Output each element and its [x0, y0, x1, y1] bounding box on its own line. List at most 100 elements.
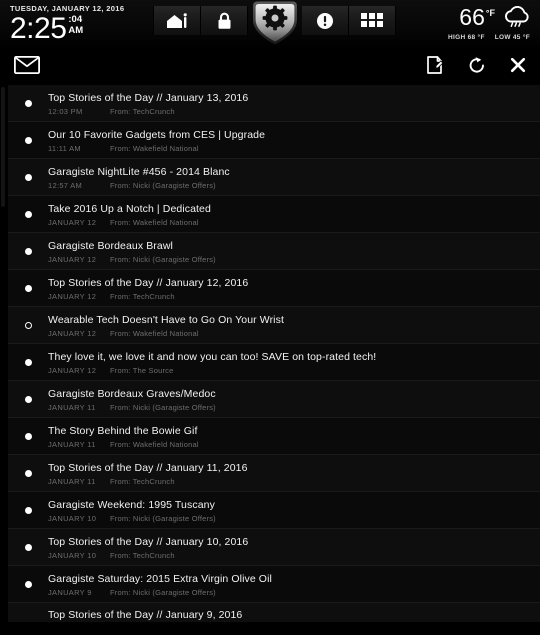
- mail-sender: From: Nicki (Garagiste Offers): [110, 254, 216, 264]
- mail-list-item[interactable]: Top Stories of the Day // January 13, 20…: [8, 85, 540, 122]
- mail-list-item[interactable]: Top Stories of the Day // January 9, 201…: [8, 603, 540, 621]
- unread-dot-icon: [24, 210, 32, 218]
- current-meridiem: AM: [68, 25, 84, 36]
- mail-item-text: Top Stories of the Day // January 10, 20…: [48, 535, 248, 560]
- mail-list-container: Top Stories of the Day // January 13, 20…: [0, 85, 540, 622]
- read-status-indicator[interactable]: [8, 580, 48, 588]
- mail-item-text: Garagiste Weekend: 1995 Tuscany JANUARY 1…: [48, 498, 216, 523]
- bottom-bar: [0, 622, 540, 635]
- mail-item-text: Top Stories of the Day // January 11, 20…: [48, 461, 248, 486]
- mail-item-meta: JANUARY 10 From: Nicki (Garagiste Offers): [48, 514, 216, 523]
- main-navigation: [153, 1, 396, 45]
- mail-list-item[interactable]: Garagiste Bordeaux Brawl JANUARY 12 From: …: [8, 233, 540, 270]
- mail-item-meta: JANUARY 9 From: Nicki (Garagiste Offers): [48, 588, 272, 597]
- unread-dot-icon: [24, 358, 32, 366]
- read-status-indicator[interactable]: [8, 99, 48, 107]
- read-status-indicator[interactable]: [8, 506, 48, 514]
- mail-sender: From: Nicki (Garagiste Offers): [110, 402, 216, 412]
- mail-date: 12:57 AM: [48, 180, 83, 190]
- mail-list-item[interactable]: Garagiste Bordeaux Graves/Medoc JANUARY 1…: [8, 381, 540, 418]
- mail-date: JANUARY 11: [48, 402, 96, 412]
- mail-list-item[interactable]: The Story Behind the Bowie Gif JANUARY 11…: [8, 418, 540, 455]
- unread-dot-icon: [24, 284, 32, 292]
- mail-toolbar: [0, 50, 540, 85]
- mail-list-item[interactable]: Top Stories of the Day // January 11, 20…: [8, 455, 540, 492]
- read-status-indicator[interactable]: [8, 136, 48, 144]
- unread-dot-icon: [24, 173, 32, 181]
- scrollbar-thumb[interactable]: [1, 87, 5, 207]
- mail-list-item[interactable]: Top Stories of the Day // January 10, 20…: [8, 529, 540, 566]
- mail-date: JANUARY 12: [48, 217, 97, 227]
- refresh-icon[interactable]: [468, 56, 486, 80]
- read-status-indicator[interactable]: [8, 395, 48, 403]
- mail-item-meta: JANUARY 12 From: The Source: [48, 366, 376, 375]
- mail-sender: From: Wakefield National: [110, 143, 199, 153]
- mail-list-item[interactable]: Take 2016 Up a Notch | Dedicated JANUARY …: [8, 196, 540, 233]
- read-status-indicator[interactable]: [8, 321, 48, 329]
- mail-sender: From: TechCrunch: [110, 476, 175, 486]
- mail-item-meta: 12:03 PM From: TechCrunch: [48, 107, 248, 116]
- mail-item-meta: 12:57 AM From: Nicki (Garagiste Offers): [48, 181, 230, 190]
- mail-item-text: Take 2016 Up a Notch | Dedicated JANUARY …: [48, 202, 211, 227]
- mail-item-meta: JANUARY 11 From: TechCrunch: [48, 477, 248, 486]
- scrollbar-track[interactable]: [0, 85, 8, 622]
- weather-widget[interactable]: 66 °F HIGH 68 °F LOW 45 °F: [448, 5, 532, 41]
- mail-item-meta: JANUARY 12 From: TechCrunch: [48, 292, 248, 301]
- mail-list-item[interactable]: Garagiste Weekend: 1995 Tuscany JANUARY 1…: [8, 492, 540, 529]
- read-status-indicator[interactable]: [8, 543, 48, 551]
- mail-item-text: Top Stories of the Day // January 13, 20…: [48, 91, 248, 116]
- weather-high: HIGH 68 °F: [448, 34, 485, 41]
- mail-date: JANUARY 10: [48, 513, 97, 523]
- mail-item-text: Garagiste Saturday: 2015 Extra Virgin Ol…: [48, 572, 272, 597]
- mail-sender: From: The Source: [110, 365, 174, 375]
- nav-button-garage[interactable]: [153, 6, 201, 35]
- status-bar: TUESDAY, JANUARY 12, 2016 2:25 :04 AM 66…: [0, 0, 540, 50]
- unread-dot-icon: [24, 247, 32, 255]
- mail-subject: Garagiste Bordeaux Brawl: [48, 239, 173, 252]
- mail-item-text: Top Stories of the Day // January 12, 20…: [48, 276, 248, 301]
- mail-sender: From: Wakefield National: [110, 217, 199, 227]
- mail-subject: Top Stories of the Day // January 9, 201…: [48, 608, 243, 621]
- read-status-indicator[interactable]: [8, 247, 48, 255]
- current-time: 2:25: [10, 12, 67, 45]
- mail-sender: From: Wakefield National: [110, 439, 199, 449]
- mail-item-meta: 11:11 AM From: Wakefield National: [48, 144, 265, 153]
- mail-subject: Top Stories of the Day // January 12, 20…: [48, 276, 249, 289]
- mail-date: JANUARY 12: [48, 291, 97, 301]
- read-status-indicator[interactable]: [8, 284, 48, 292]
- unread-dot-icon: [24, 580, 32, 588]
- mail-subject: Top Stories of the Day // January 13, 20…: [48, 91, 249, 104]
- envelope-icon[interactable]: [13, 55, 41, 79]
- weather-unit: °F: [485, 8, 495, 18]
- mail-list-item[interactable]: Our 10 Favorite Gadgets from CES | Upgra…: [8, 122, 540, 159]
- mail-sender: From: TechCrunch: [110, 106, 175, 116]
- mail-item-meta: JANUARY 10 From: TechCrunch: [48, 551, 248, 560]
- read-status-indicator[interactable]: [8, 210, 48, 218]
- nav-button-settings[interactable]: [244, 0, 306, 46]
- mail-list-item[interactable]: Wearable Tech Doesn't Have to Go On Your…: [8, 307, 540, 344]
- clock-widget: TUESDAY, JANUARY 12, 2016 2:25 :04 AM: [0, 0, 150, 50]
- read-status-indicator[interactable]: [8, 173, 48, 181]
- mail-sender: From: Nicki (Garagiste Offers): [110, 587, 216, 597]
- mail-subject: The Story Behind the Bowie Gif: [48, 424, 198, 437]
- mail-list-item[interactable]: Garagiste Saturday: 2015 Extra Virgin Ol…: [8, 566, 540, 603]
- mail-list-item[interactable]: They love it, we love it and now you can…: [8, 344, 540, 381]
- mail-sender: From: Nicki (Garagiste Offers): [110, 180, 216, 190]
- read-status-indicator[interactable]: [8, 358, 48, 366]
- mail-date: JANUARY 12: [48, 254, 97, 264]
- nav-button-security[interactable]: [201, 6, 248, 35]
- mail-list-item[interactable]: Garagiste NightLite #456 - 2014 Blanc 12:…: [8, 159, 540, 196]
- close-icon[interactable]: [510, 57, 526, 78]
- grid-icon: [361, 13, 383, 28]
- mail-subject: Our 10 Favorite Gadgets from CES | Upgra…: [48, 128, 266, 141]
- mail-subject: They love it, we love it and now you can…: [48, 350, 377, 363]
- compose-icon[interactable]: [427, 56, 444, 79]
- mail-item-text: They love it, we love it and now you can…: [48, 350, 376, 375]
- unread-dot-icon: [24, 136, 32, 144]
- garage-icon: [166, 12, 188, 29]
- nav-button-alerts[interactable]: [302, 6, 349, 35]
- nav-button-apps[interactable]: [349, 6, 396, 35]
- read-status-indicator[interactable]: [8, 469, 48, 477]
- read-status-indicator[interactable]: [8, 432, 48, 440]
- mail-list-item[interactable]: Top Stories of the Day // January 12, 20…: [8, 270, 540, 307]
